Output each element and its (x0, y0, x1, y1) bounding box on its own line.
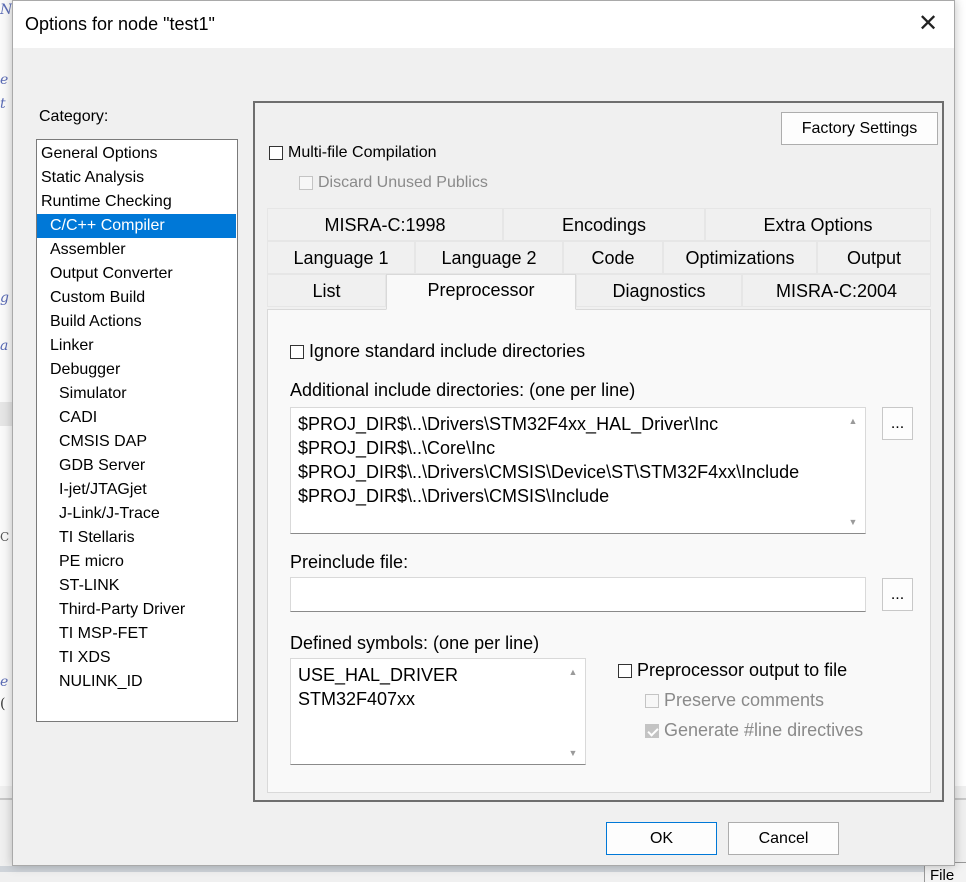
preserve-comments-checkbox (645, 693, 659, 708)
background-code-glyph: ( (0, 696, 6, 712)
generate-line-label: Generate #line directives (664, 720, 864, 740)
pp-output-option[interactable]: Preprocessor output to file (618, 660, 847, 681)
include-dir-line: $PROJ_DIR$\..\Drivers\STM32F4xx_HAL_Driv… (298, 414, 719, 434)
category-item[interactable]: CMSIS DAP (37, 430, 237, 454)
category-list[interactable]: General Options Static Analysis Runtime Ch… (36, 139, 238, 722)
tab-strip: MISRA-C:1998 Encodings Extra Options Lan… (267, 208, 931, 310)
background-editor-band (0, 402, 12, 426)
background-scrollbar (0, 866, 966, 872)
include-dirs-textarea[interactable]: ▲ ▼ $PROJ_DIR$\..\Drivers\STM32F4xx_HAL_… (290, 407, 866, 534)
options-panel: Factory Settings Multi-file Compilation … (253, 101, 944, 802)
tab-encodings[interactable]: Encodings (503, 208, 705, 241)
generate-line-checkbox (645, 723, 659, 738)
category-label: Category: (39, 108, 109, 125)
category-item[interactable]: General Options (37, 142, 237, 166)
category-item[interactable]: J-Link/J-Trace (37, 502, 237, 526)
scroll-up-icon[interactable]: ▲ (567, 667, 579, 677)
preserve-comments-option: Preserve comments (645, 690, 824, 711)
factory-settings-button[interactable]: Factory Settings (781, 112, 938, 145)
multi-file-checkbox[interactable] (269, 146, 283, 160)
generate-line-option: Generate #line directives (645, 720, 863, 741)
scroll-down-icon[interactable]: ▼ (567, 748, 579, 758)
dialog-title: Options for node "test1" (25, 14, 215, 34)
tab-optimizations[interactable]: Optimizations (663, 241, 817, 274)
tab-misra-c-1998[interactable]: MISRA-C:1998 (267, 208, 503, 241)
tab-preprocessor[interactable]: Preprocessor (386, 274, 576, 310)
close-icon[interactable]: ✕ (910, 7, 946, 41)
category-item[interactable]: PE micro (37, 550, 237, 574)
background-code-glyph: e (0, 72, 9, 88)
preinclude-browse-button[interactable]: ... (882, 578, 913, 611)
category-item[interactable]: TI XDS (37, 646, 237, 670)
category-item[interactable]: GDB Server (37, 454, 237, 478)
background-code-glyph: t (0, 96, 6, 112)
tab-language-1[interactable]: Language 1 (267, 241, 415, 274)
tab-code[interactable]: Code (563, 241, 663, 274)
scroll-down-icon[interactable]: ▼ (847, 517, 859, 527)
background-editor-strip (0, 0, 12, 882)
category-item[interactable]: Debugger (37, 358, 237, 382)
category-item[interactable]: C/C++ Compiler (37, 214, 236, 238)
pp-output-label: Preprocessor output to file (637, 660, 848, 680)
title-bar: Options for node "test1" ✕ (13, 1, 954, 48)
pp-output-checkbox[interactable] (618, 663, 632, 678)
category-item[interactable]: Output Converter (37, 262, 237, 286)
background-code-glyph: C (0, 530, 10, 544)
discard-unused-label: Discard Unused Publics (318, 174, 488, 191)
category-item[interactable]: TI Stellaris (37, 526, 237, 550)
preinclude-input[interactable] (290, 577, 866, 612)
tab-diagnostics[interactable]: Diagnostics (576, 274, 742, 307)
tab-misra-c-2004[interactable]: MISRA-C:2004 (742, 274, 931, 307)
category-item[interactable]: Simulator (37, 382, 237, 406)
tab-output[interactable]: Output (817, 241, 931, 274)
discard-unused-option: Discard Unused Publics (299, 174, 488, 192)
preprocessor-tab-content: Ignore standard include directories Addi… (267, 309, 931, 793)
background-code-glyph: a (0, 338, 9, 354)
category-item[interactable]: Assembler (37, 238, 237, 262)
background-code-glyph: e (0, 674, 9, 690)
cancel-button[interactable]: Cancel (728, 822, 839, 855)
discard-unused-checkbox (299, 176, 313, 190)
include-dir-line: $PROJ_DIR$\..\Core\Inc (298, 438, 496, 458)
preserve-comments-label: Preserve comments (664, 690, 825, 710)
defined-symbol-line: STM32F407xx (298, 689, 416, 709)
tab-extra-options[interactable]: Extra Options (705, 208, 931, 241)
defined-symbol-line: USE_HAL_DRIVER (298, 665, 459, 685)
defined-symbols-textarea[interactable]: ▲ ▼ USE_HAL_DRIVER STM32F407xx (290, 658, 586, 765)
tab-language-2[interactable]: Language 2 (415, 241, 563, 274)
include-dir-line: $PROJ_DIR$\..\Drivers\CMSIS\Device\ST\ST… (298, 462, 800, 482)
preinclude-label: Preinclude file: (290, 552, 409, 572)
category-item[interactable]: CADI (37, 406, 237, 430)
category-item[interactable]: Linker (37, 334, 237, 358)
category-item[interactable]: I-jet/JTAGjet (37, 478, 237, 502)
multi-file-compilation-option[interactable]: Multi-file Compilation (269, 144, 437, 162)
category-item[interactable]: Static Analysis (37, 166, 237, 190)
options-dialog: Options for node "test1" ✕ Category: Gen… (12, 0, 955, 866)
tab-list[interactable]: List (267, 274, 386, 307)
include-dirs-label: Additional include directories: (one per… (290, 380, 636, 400)
category-item[interactable]: Build Actions (37, 310, 237, 334)
defined-symbols-label: Defined symbols: (one per line) (290, 633, 540, 653)
background-code-glyph: g (0, 290, 9, 306)
ignore-std-include-option[interactable]: Ignore standard include directories (290, 341, 585, 362)
scroll-up-icon[interactable]: ▲ (847, 416, 859, 426)
ignore-std-include-checkbox[interactable] (290, 344, 304, 359)
category-item[interactable]: ST-LINK (37, 574, 237, 598)
background-code-glyph: N (0, 2, 13, 18)
category-item[interactable]: Custom Build (37, 286, 237, 310)
multi-file-label: Multi-file Compilation (288, 144, 437, 161)
category-item[interactable]: Runtime Checking (37, 190, 237, 214)
category-item[interactable]: NULINK_ID (37, 670, 237, 694)
include-dirs-browse-button[interactable]: ... (882, 407, 913, 440)
category-item[interactable]: Third-Party Driver (37, 598, 237, 622)
include-dir-line: $PROJ_DIR$\..\Drivers\CMSIS\Include (298, 486, 610, 506)
ok-button[interactable]: OK (606, 822, 717, 855)
ignore-std-include-label: Ignore standard include directories (309, 341, 586, 361)
category-item[interactable]: TI MSP-FET (37, 622, 237, 646)
